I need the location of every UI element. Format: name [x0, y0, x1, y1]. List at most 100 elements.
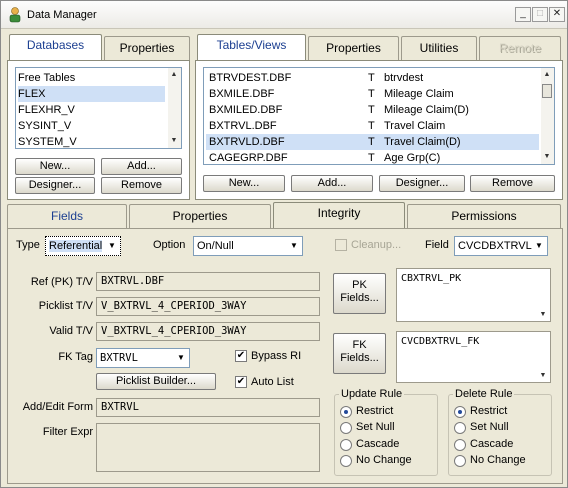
update-restrict-radio[interactable]: [340, 406, 352, 418]
update-setnull-radio[interactable]: [340, 422, 352, 434]
delete-cascade-radio[interactable]: [454, 439, 466, 451]
tables-list[interactable]: BTRVDEST.DBF Tbtrvdest BXMILE.DBF T Mileage …: [203, 67, 555, 165]
fk-fields-box[interactable]: CVCDBXTRVL_FK ▼: [396, 331, 551, 383]
tab-properties[interactable]: Properties: [129, 204, 271, 228]
tab-utilities[interactable]: Utilities: [401, 36, 477, 60]
table-name: BXMILED.DBF: [209, 104, 283, 116]
option-select[interactable]: On/Null ▼: [193, 236, 303, 256]
tbl-designer-button[interactable]: Designer...: [379, 175, 465, 192]
update-setnull-label: Set Null: [356, 421, 395, 433]
delete-rule-label: Delete Rule: [453, 388, 515, 400]
db-add-button[interactable]: Add...: [101, 158, 182, 175]
update-cascade-radio[interactable]: [340, 439, 352, 451]
table-row[interactable]: BTRVDEST.DBF Tbtrvdest: [206, 70, 539, 86]
list-item[interactable]: FLEXHR_V: [18, 102, 167, 118]
tbl-add-button[interactable]: Add...: [291, 175, 373, 192]
update-rule-label: Update Rule: [339, 388, 405, 400]
tab-fields[interactable]: Fields: [7, 204, 127, 228]
tab-tables-views[interactable]: Tables/Views: [197, 34, 306, 60]
scroll-up-icon[interactable]: ▲: [170, 71, 178, 79]
table-desc: Mileage Claim(D): [384, 104, 469, 116]
table-desc: btrvdest: [384, 72, 424, 84]
valid-label: Valid T/V: [49, 325, 93, 337]
bypass-ri-label: Bypass RI: [251, 350, 302, 362]
chevron-down-icon[interactable]: ▼: [288, 239, 300, 253]
update-restrict-label: Restrict: [356, 405, 394, 417]
scrollbar[interactable]: ▲ ▼: [541, 68, 554, 164]
maximize-button[interactable]: □: [532, 7, 548, 22]
chevron-down-icon[interactable]: ▼: [175, 351, 187, 365]
db-new-button[interactable]: New...: [15, 158, 95, 175]
tbl-remove-button[interactable]: Remove: [470, 175, 555, 192]
scroll-thumb[interactable]: [542, 84, 552, 98]
delete-nochange-radio[interactable]: [454, 455, 466, 467]
pk-fields-box[interactable]: CBXTRVL_PK ▼: [396, 268, 551, 322]
chevron-down-icon[interactable]: ▼: [533, 239, 545, 253]
filter-field[interactable]: [96, 423, 320, 472]
minimize-button[interactable]: _: [515, 7, 531, 22]
list-item[interactable]: SYSINT_V: [18, 118, 167, 134]
update-cascade-label: Cascade: [356, 438, 400, 450]
bypass-ri-checkbox[interactable]: ✔: [235, 350, 247, 362]
table-desc: Age Grp(C): [384, 152, 441, 164]
list-item[interactable]: FLEX: [18, 86, 165, 102]
chevron-down-icon[interactable]: ▼: [106, 239, 118, 253]
update-nochange-label: No Change: [356, 454, 412, 466]
fk-fields-button[interactable]: FK Fields...: [333, 333, 386, 374]
tab-permissions[interactable]: Permissions: [407, 204, 561, 228]
type-select[interactable]: Referential ▼: [45, 236, 121, 256]
table-row[interactable]: BXMILE.DBF T Mileage Claim: [206, 86, 539, 102]
window-title: Data Manager: [27, 9, 97, 21]
field-label: Field: [425, 239, 449, 251]
list-item[interactable]: Free Tables: [18, 70, 167, 86]
table-name: BXTRVLD.DBF: [209, 136, 285, 148]
fk-fields-value: CVCDBXTRVL_FK: [401, 336, 480, 347]
fktag-value: BXTRVL: [100, 352, 138, 364]
option-value: On/Null: [197, 240, 234, 252]
picklist-label: Picklist T/V: [38, 300, 93, 312]
table-row[interactable]: BXMILED.DBF T Mileage Claim(D): [206, 102, 539, 118]
delete-restrict-radio[interactable]: [454, 406, 466, 418]
title-bar: Data Manager _ □ ✕: [1, 1, 567, 29]
scroll-down-icon[interactable]: ▼: [543, 153, 551, 161]
db-remove-button[interactable]: Remove: [101, 177, 182, 194]
cleanup-checkbox: [335, 239, 347, 251]
valid-field[interactable]: V_BXTRVL_4_CPERIOD_3WAY: [96, 322, 320, 341]
table-type: T: [368, 88, 375, 100]
tab-databases[interactable]: Databases: [9, 34, 102, 60]
table-type: T: [368, 120, 375, 132]
picklist-field[interactable]: V_BXTRVL_4_CPERIOD_3WAY: [96, 297, 320, 316]
close-button[interactable]: ✕: [549, 7, 565, 22]
db-designer-button[interactable]: Designer...: [15, 177, 95, 194]
scroll-down-icon[interactable]: ▼: [539, 311, 547, 319]
table-row[interactable]: BXTRVLD.DBF T Travel Claim(D): [206, 134, 539, 150]
table-row[interactable]: CAGEGRP.DBF T Age Grp(C): [206, 150, 539, 166]
addedit-field[interactable]: BXTRVL: [96, 398, 320, 417]
pk-fields-button[interactable]: PK Fields...: [333, 273, 386, 314]
picklist-builder-button[interactable]: Picklist Builder...: [96, 373, 216, 390]
delete-setnull-radio[interactable]: [454, 422, 466, 434]
field-select[interactable]: CVCDBXTRVL ▼: [454, 236, 548, 256]
option-label: Option: [153, 239, 186, 251]
tables-group: Tables/Views Properties Utilities Remote…: [195, 34, 563, 200]
table-name: CAGEGRP.DBF: [209, 152, 288, 164]
databases-list[interactable]: Free Tables FLEX FLEXHR_V SYSINT_V SYSTE…: [15, 67, 182, 149]
tab-integrity[interactable]: Integrity: [273, 202, 405, 228]
ref-field[interactable]: BXTRVL.DBF: [96, 272, 320, 291]
scroll-down-icon[interactable]: ▼: [170, 137, 178, 145]
delete-setnull-label: Set Null: [470, 421, 509, 433]
list-item[interactable]: SYSTEM_V: [18, 134, 167, 150]
scroll-up-icon[interactable]: ▲: [543, 71, 551, 79]
tab-db-properties[interactable]: Properties: [104, 36, 190, 60]
scroll-down-icon[interactable]: ▼: [539, 372, 547, 380]
table-type: T: [368, 136, 375, 148]
fktag-select[interactable]: BXTRVL ▼: [96, 348, 190, 368]
tbl-new-button[interactable]: New...: [203, 175, 285, 192]
tab-tbl-properties[interactable]: Properties: [308, 36, 399, 60]
field-value: CVCDBXTRVL: [458, 240, 532, 252]
update-nochange-radio[interactable]: [340, 455, 352, 467]
delete-nochange-label: No Change: [470, 454, 526, 466]
scrollbar[interactable]: ▲ ▼: [168, 68, 181, 148]
table-row[interactable]: BXTRVL.DBF T Travel Claim: [206, 118, 539, 134]
auto-list-checkbox[interactable]: ✔: [235, 376, 247, 388]
